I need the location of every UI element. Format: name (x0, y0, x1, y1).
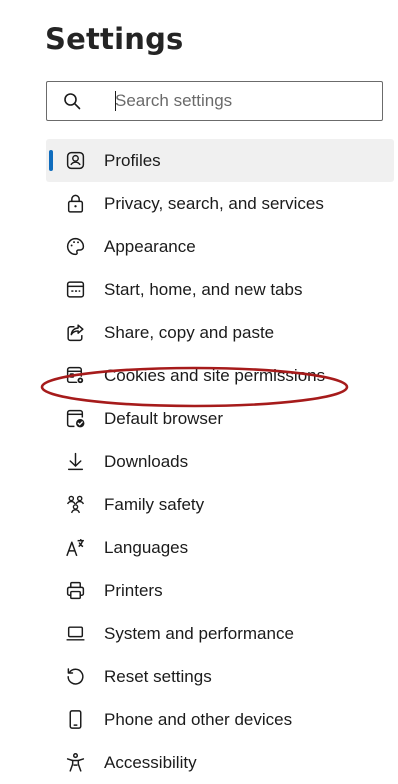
sidebar-item-label: Family safety (104, 495, 205, 514)
start-page-icon (65, 279, 86, 300)
sidebar-item-label: Accessibility (104, 753, 197, 772)
sidebar-item-label: Start, home, and new tabs (104, 280, 303, 299)
sidebar-item-printers[interactable]: Printers (46, 569, 394, 612)
sidebar-item-label: Languages (104, 538, 189, 557)
sidebar-item-privacy[interactable]: Privacy, search, and services (46, 182, 394, 225)
sidebar-item-family-safety[interactable]: Family safety (46, 483, 394, 526)
search-input[interactable] (111, 88, 375, 114)
language-icon (65, 537, 86, 558)
sidebar-item-share-copy-paste[interactable]: Share, copy and paste (46, 311, 394, 354)
laptop-icon (65, 623, 86, 644)
page-title: Settings (45, 22, 184, 56)
family-icon (65, 494, 86, 515)
default-browser-icon (65, 408, 86, 429)
sidebar-item-phone-devices[interactable]: Phone and other devices (46, 698, 394, 741)
settings-nav-list: Profiles Privacy, search, and services A… (0, 139, 398, 784)
cookies-site-permissions-icon (65, 365, 86, 386)
download-icon (65, 451, 86, 472)
sidebar-item-start-home-tabs[interactable]: Start, home, and new tabs (46, 268, 394, 311)
reset-icon (65, 666, 86, 687)
sidebar-item-label: Appearance (104, 237, 196, 256)
sidebar-item-label: Profiles (104, 151, 161, 170)
sidebar-item-reset-settings[interactable]: Reset settings (46, 655, 394, 698)
selected-indicator (49, 150, 53, 171)
sidebar-item-label: Reset settings (104, 667, 212, 686)
profile-icon (65, 150, 86, 171)
sidebar-item-label: Privacy, search, and services (104, 194, 324, 213)
accessibility-icon (65, 752, 86, 773)
search-box[interactable] (46, 81, 383, 121)
sidebar-item-default-browser[interactable]: Default browser (46, 397, 394, 440)
sidebar-item-downloads[interactable]: Downloads (46, 440, 394, 483)
sidebar-item-cookies-site-permissions[interactable]: Cookies and site permissions (46, 354, 394, 397)
lock-icon (65, 193, 86, 214)
settings-sidebar: Settings Profiles (0, 0, 398, 783)
sidebar-item-system-performance[interactable]: System and performance (46, 612, 394, 655)
sidebar-item-appearance[interactable]: Appearance (46, 225, 394, 268)
text-caret (115, 91, 116, 111)
sidebar-item-label: Phone and other devices (104, 710, 293, 729)
phone-icon (65, 709, 86, 730)
sidebar-item-label: Printers (104, 581, 163, 600)
sidebar-item-label: Share, copy and paste (104, 323, 275, 342)
sidebar-item-languages[interactable]: Languages (46, 526, 394, 569)
search-icon (63, 92, 81, 110)
sidebar-item-accessibility[interactable]: Accessibility (46, 741, 394, 784)
sidebar-item-label: Cookies and site permissions (104, 366, 326, 385)
sidebar-item-label: System and performance (104, 624, 294, 643)
sidebar-item-profiles[interactable]: Profiles (46, 139, 394, 182)
printer-icon (65, 580, 86, 601)
sidebar-item-label: Default browser (104, 409, 224, 428)
share-icon (65, 322, 86, 343)
palette-icon (65, 236, 86, 257)
sidebar-item-label: Downloads (104, 452, 189, 471)
